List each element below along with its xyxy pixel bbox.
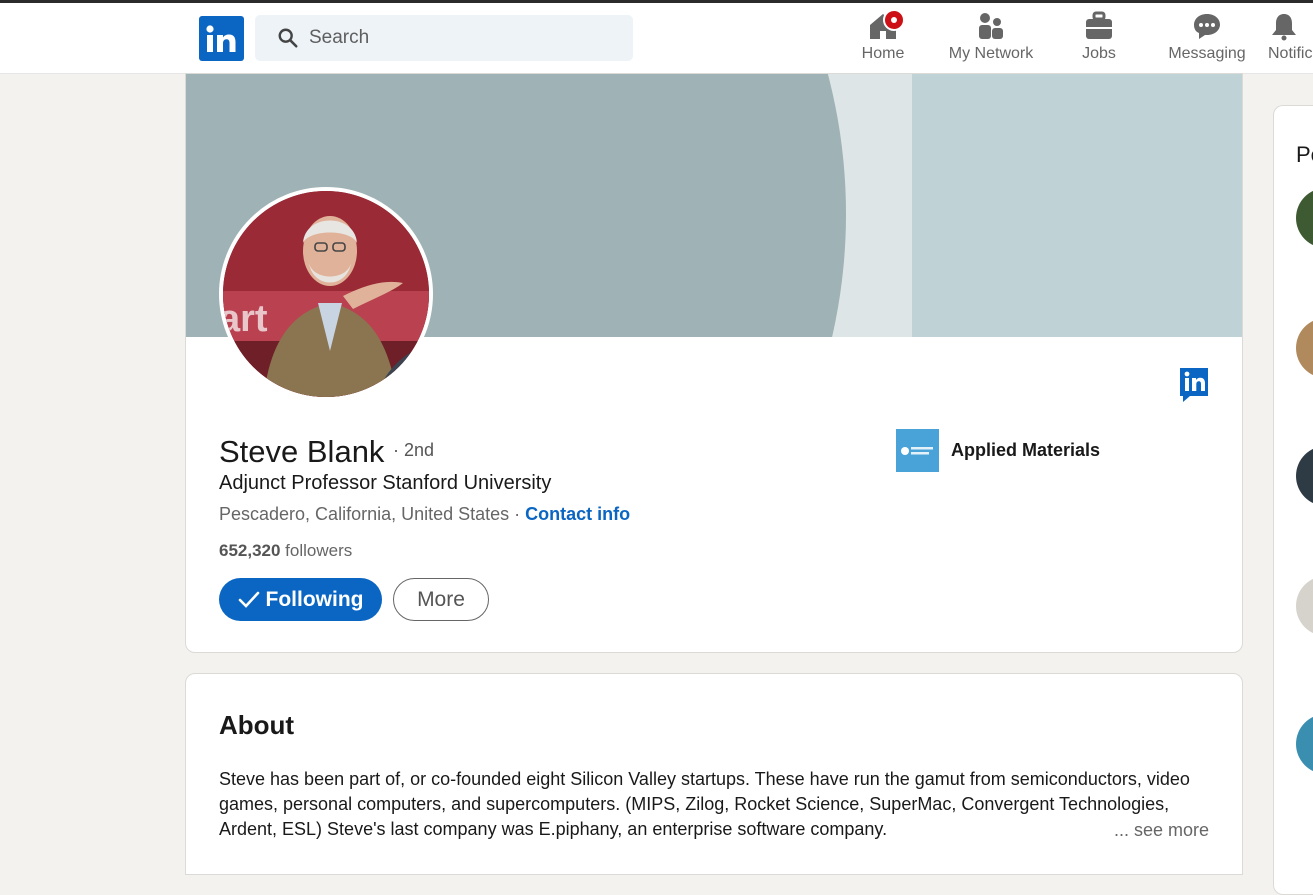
nav-item-notifications[interactable]: Notifications <box>1268 11 1313 67</box>
nav-item-messaging[interactable]: Messaging <box>1167 11 1247 67</box>
nav-item-my-network[interactable]: My Network <box>946 11 1036 67</box>
profile-photo: art <box>223 191 429 397</box>
connection-degree: · 2nd <box>393 440 435 460</box>
profile-avatar[interactable]: art <box>219 187 433 401</box>
sidebar-avatar[interactable] <box>1296 188 1313 248</box>
see-more-link[interactable]: ... see more <box>1114 820 1209 841</box>
profile-location: Pescadero, California, United States <box>219 504 510 524</box>
contact-info-link[interactable]: Contact info <box>525 504 630 524</box>
followers-count-line: 652,320 followers <box>219 541 352 561</box>
nav-label-home: Home <box>861 45 905 62</box>
nav-label-jobs: Jobs <box>1082 45 1116 62</box>
about-section: About Steve has been part of, or co-foun… <box>185 673 1243 875</box>
following-button[interactable]: Following <box>219 578 382 621</box>
chat-icon <box>1191 11 1223 41</box>
search-icon <box>278 28 298 48</box>
nav-label-messaging: Messaging <box>1168 45 1246 62</box>
linkedin-logo-icon <box>205 24 235 52</box>
sidebar-avatar[interactable] <box>1296 446 1313 506</box>
search-input[interactable] <box>309 15 609 61</box>
more-button[interactable]: More <box>393 578 489 621</box>
sidebar-title: Pe <box>1296 142 1313 167</box>
sidebar-avatar[interactable] <box>1296 318 1313 378</box>
checkmark-icon <box>238 591 259 608</box>
nav-item-jobs[interactable]: Jobs <box>1081 11 1117 67</box>
sidebar-avatar[interactable] <box>1296 714 1313 774</box>
nav-label-notifications: Notifications <box>1268 45 1313 62</box>
profile-headline: Adjunct Professor Stanford University <box>219 472 552 494</box>
followers-label: followers <box>280 541 353 560</box>
sidebar-avatar[interactable] <box>1296 576 1313 636</box>
briefcase-icon <box>1083 11 1115 41</box>
profile-card: art Steve Blank · 2nd Adjunct Professor … <box>185 73 1243 653</box>
current-company[interactable]: Applied Materials <box>896 429 1100 472</box>
home-icon <box>867 9 905 41</box>
global-nav: Home My Network Jobs <box>0 3 1313 74</box>
followers-count: 652,320 <box>219 541 281 560</box>
notification-badge <box>883 9 905 31</box>
about-text: Steve has been part of, or co-founded ei… <box>219 769 1190 839</box>
profile-location-line: Pescadero, California, United States · C… <box>219 504 630 525</box>
nav-item-home[interactable]: Home <box>860 9 906 67</box>
about-title: About <box>219 710 295 740</box>
people-also-viewed-panel: Pe <box>1273 105 1313 895</box>
bell-icon <box>1268 11 1300 41</box>
profile-name: Steve Blank <box>219 434 385 469</box>
nav-label-my-network: My Network <box>948 45 1034 62</box>
following-button-label: Following <box>265 587 364 611</box>
svg-text:art: art <box>223 298 268 340</box>
people-icon <box>975 11 1007 41</box>
company-name: Applied Materials <box>951 440 1101 460</box>
location-separator: · <box>509 504 526 524</box>
linkedin-badge-icon[interactable] <box>1180 368 1208 402</box>
company-logo-icon <box>896 429 939 472</box>
search-box[interactable] <box>255 15 633 61</box>
linkedin-logo[interactable] <box>199 16 244 61</box>
